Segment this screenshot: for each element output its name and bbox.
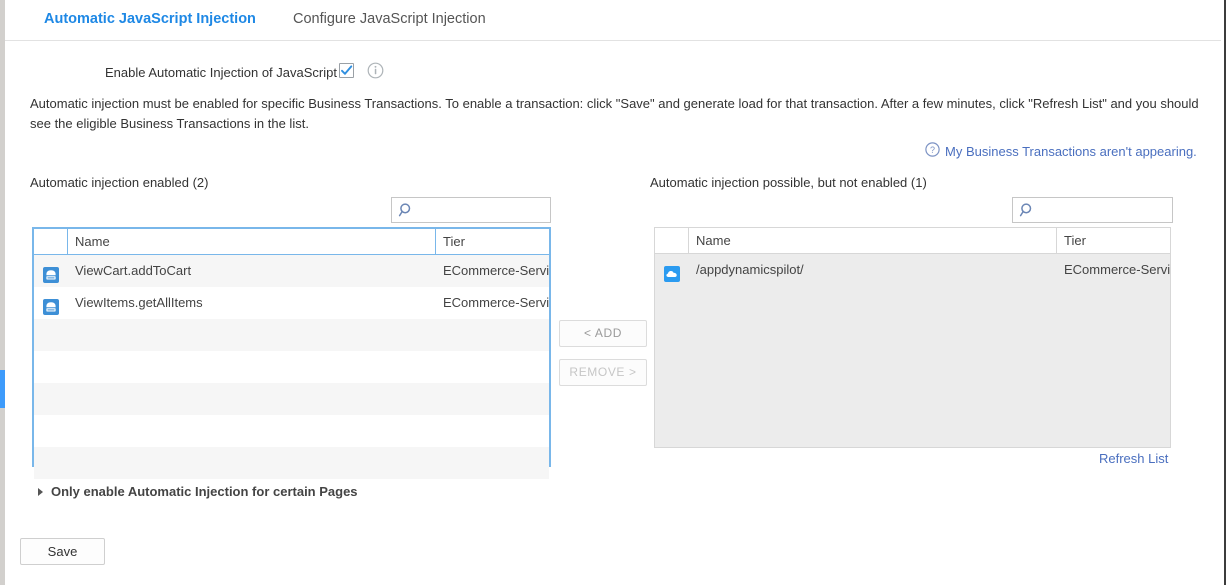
search-icon	[1019, 202, 1036, 219]
enabled-transactions-table: Name Tier ViewCart.addToCart ECommerce-S	[32, 227, 551, 479]
table-row-empty	[34, 351, 549, 383]
tab-configure-javascript-injection[interactable]: Configure JavaScript Injection	[293, 11, 486, 27]
description-text: Automatic injection must be enabled for …	[30, 96, 1199, 131]
checkmark-icon	[341, 65, 353, 75]
cell-tier: ECommerce-Service	[1064, 262, 1170, 277]
save-button[interactable]: Save	[20, 538, 105, 565]
column-header-tier[interactable]: Tier	[436, 229, 549, 254]
table-row-empty	[34, 319, 549, 351]
cloud-icon	[664, 262, 680, 282]
svg-text:?: ?	[930, 145, 935, 155]
remove-button[interactable]: REMOVE >	[559, 359, 647, 386]
cell-name: ViewCart.addToCart	[75, 263, 192, 278]
table-row-empty	[34, 447, 549, 479]
cell-tier: ECommerce-Service	[443, 263, 549, 278]
table-row[interactable]: ViewItems.getAllItems ECommerce-Service	[34, 287, 549, 319]
possible-transactions-table: Name Tier /appdynamicspilot/ ECommerce-S…	[654, 227, 1171, 448]
table-header-row: Name Tier	[655, 228, 1170, 254]
table-header-row: Name Tier	[34, 229, 549, 255]
table-row[interactable]: ViewCart.addToCart ECommerce-Service	[34, 255, 549, 287]
info-circle-icon[interactable]	[367, 62, 384, 79]
enable-automatic-injection-checkbox[interactable]	[339, 63, 354, 78]
left-panel-title: Automatic injection enabled (2)	[30, 175, 209, 190]
add-button[interactable]: < ADD	[559, 320, 647, 347]
triangle-right-icon	[38, 487, 43, 496]
main-content: Automatic JavaScript Injection Configure…	[5, 0, 1221, 585]
left-search-box[interactable]	[391, 197, 551, 223]
column-header-tier[interactable]: Tier	[1057, 228, 1170, 253]
search-icon	[398, 202, 415, 219]
column-header-name[interactable]: Name	[689, 228, 1057, 253]
right-search-input[interactable]	[1039, 198, 1166, 222]
tab-bar: Automatic JavaScript Injection Configure…	[5, 0, 1221, 41]
business-transaction-icon	[43, 263, 59, 283]
accordion-label: Only enable Automatic Injection for cert…	[51, 484, 358, 499]
table-body: /appdynamicspilot/ ECommerce-Service	[655, 254, 1170, 286]
help-link[interactable]: ? My Business Transactions aren't appear…	[925, 142, 1197, 160]
table-body: ViewCart.addToCart ECommerce-Service Vie…	[34, 255, 549, 479]
tab-automatic-javascript-injection[interactable]: Automatic JavaScript Injection	[44, 11, 256, 27]
help-link-label: My Business Transactions aren't appearin…	[945, 143, 1197, 159]
column-header-icon	[34, 229, 68, 254]
page-frame: Automatic JavaScript Injection Configure…	[0, 0, 1226, 585]
right-search-box[interactable]	[1012, 197, 1173, 223]
accordion-only-certain-pages[interactable]: Only enable Automatic Injection for cert…	[38, 484, 358, 499]
table-row-empty	[34, 383, 549, 415]
business-transaction-icon	[43, 295, 59, 315]
column-header-name[interactable]: Name	[68, 229, 436, 254]
right-panel-title: Automatic injection possible, but not en…	[650, 175, 927, 190]
left-search-input[interactable]	[418, 198, 544, 222]
cell-name: /appdynamicspilot/	[696, 262, 804, 277]
table-row[interactable]: /appdynamicspilot/ ECommerce-Service	[655, 254, 1170, 286]
enable-automatic-injection-label: Enable Automatic Injection of JavaScript	[105, 65, 337, 80]
column-header-icon	[655, 228, 689, 253]
cell-name: ViewItems.getAllItems	[75, 295, 203, 310]
question-circle-icon: ?	[925, 142, 940, 160]
cell-tier: ECommerce-Service	[443, 295, 549, 310]
refresh-list-link[interactable]: Refresh List	[1099, 451, 1168, 466]
table-row-empty	[34, 415, 549, 447]
